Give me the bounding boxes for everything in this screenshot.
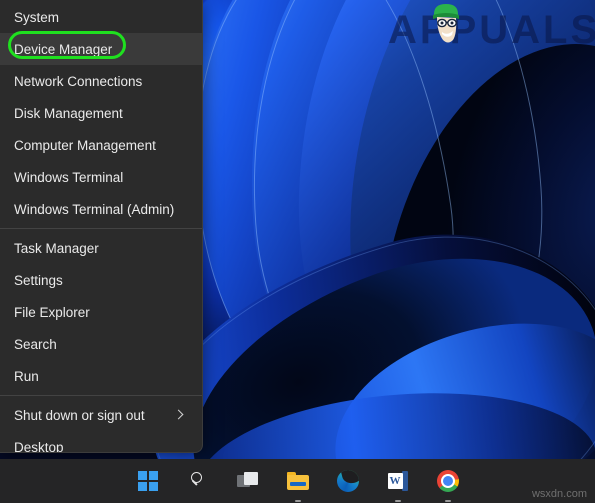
menu-item-task-manager[interactable]: Task Manager (0, 232, 202, 264)
menu-item-desktop[interactable]: Desktop (0, 431, 202, 453)
screen: APPUALS System Device Manager Network Co… (0, 0, 595, 503)
menu-item-label: Windows Terminal (14, 169, 124, 185)
menu-item-file-explorer[interactable]: File Explorer (0, 296, 202, 328)
menu-item-search[interactable]: Search (0, 328, 202, 360)
menu-item-label: Device Manager (14, 41, 113, 57)
menu-item-label: Computer Management (14, 137, 156, 153)
taskbar-search-button[interactable] (184, 467, 212, 495)
menu-item-label: Run (14, 368, 39, 384)
menu-separator-1 (0, 228, 202, 229)
menu-item-label: Search (14, 336, 57, 352)
menu-item-disk-management[interactable]: Disk Management (0, 97, 202, 129)
microsoft-edge-icon (336, 470, 359, 492)
word-icon-letter: W (387, 473, 403, 489)
source-watermark: wsxdn.com (531, 488, 587, 500)
running-indicator (294, 499, 301, 502)
menu-item-label: Shut down or sign out (14, 407, 145, 423)
menu-item-run[interactable]: Run (0, 360, 202, 392)
menu-item-system[interactable]: System (0, 1, 202, 33)
running-indicator (394, 499, 401, 502)
menu-item-windows-terminal-admin[interactable]: Windows Terminal (Admin) (0, 193, 202, 225)
taskbar-chrome-button[interactable] (434, 467, 462, 502)
appuals-watermark: APPUALS (388, 8, 595, 52)
taskbar-start-button[interactable] (134, 467, 162, 495)
taskbar-word-button[interactable]: W (384, 467, 412, 502)
menu-item-shut-down-or-sign-out[interactable]: Shut down or sign out (0, 399, 202, 431)
task-view-icon (236, 472, 259, 490)
menu-item-label: Desktop (14, 439, 64, 453)
menu-item-label: File Explorer (14, 304, 90, 320)
microsoft-word-icon: W (387, 471, 408, 491)
windows-start-icon (137, 471, 158, 491)
taskbar[interactable]: W (0, 459, 595, 503)
menu-item-label: Settings (14, 272, 63, 288)
menu-item-label: Disk Management (14, 105, 123, 121)
taskbar-file-explorer-button[interactable] (284, 467, 312, 502)
menu-item-network-connections[interactable]: Network Connections (0, 65, 202, 97)
menu-item-label: System (14, 9, 60, 25)
google-chrome-icon (436, 470, 459, 492)
appuals-mascot-icon (433, 4, 459, 43)
menu-item-label: Task Manager (14, 240, 99, 256)
taskbar-edge-button[interactable] (334, 467, 362, 495)
winx-quick-link-menu[interactable]: System Device Manager Network Connection… (0, 0, 203, 453)
running-indicator (444, 499, 451, 502)
chevron-right-icon (174, 410, 184, 420)
file-explorer-icon (286, 472, 309, 490)
menu-item-computer-management[interactable]: Computer Management (0, 129, 202, 161)
search-icon (188, 471, 208, 491)
menu-item-label: Network Connections (14, 73, 143, 89)
menu-item-settings[interactable]: Settings (0, 264, 202, 296)
menu-item-windows-terminal[interactable]: Windows Terminal (0, 161, 202, 193)
menu-item-device-manager[interactable]: Device Manager (0, 33, 202, 65)
menu-separator-2 (0, 395, 202, 396)
taskbar-task-view-button[interactable] (234, 467, 262, 495)
menu-item-label: Windows Terminal (Admin) (14, 201, 175, 217)
